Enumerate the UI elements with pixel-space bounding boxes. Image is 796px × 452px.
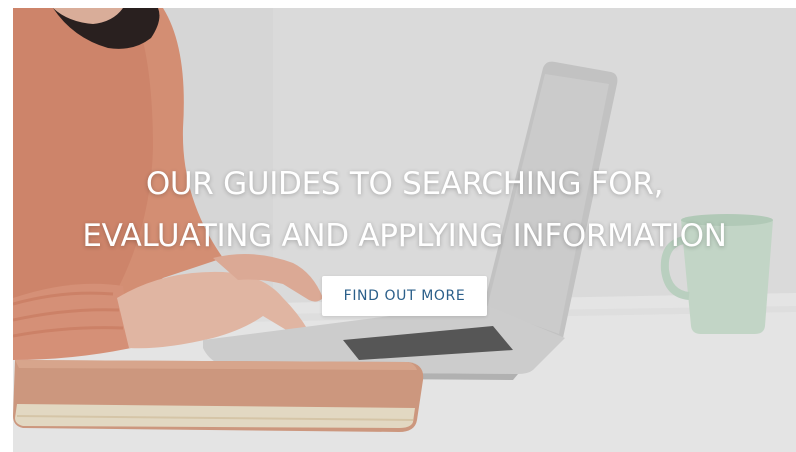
hero-content: OUR GUIDES TO SEARCHING FOR, EVALUATING … — [13, 158, 796, 316]
find-out-more-button[interactable]: FIND OUT MORE — [321, 276, 488, 316]
hero-banner: OUR GUIDES TO SEARCHING FOR, EVALUATING … — [13, 8, 796, 452]
hero-title-line-1: OUR GUIDES TO SEARCHING FOR, — [145, 166, 664, 202]
hero-title: OUR GUIDES TO SEARCHING FOR, EVALUATING … — [13, 158, 796, 262]
hero-title-line-2: EVALUATING AND APPLYING INFORMATION — [82, 218, 727, 254]
